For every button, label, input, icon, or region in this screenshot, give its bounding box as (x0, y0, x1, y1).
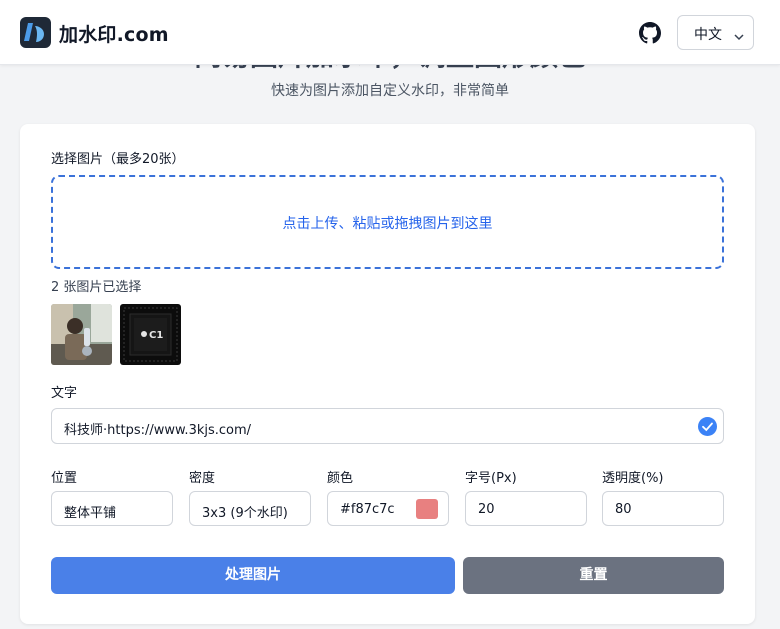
app-logo-icon[interactable] (20, 17, 51, 48)
reset-button[interactable]: 重置 (463, 557, 724, 594)
font-size-input[interactable]: 20 (465, 491, 587, 526)
density-select[interactable]: 3x3 (9个水印) (189, 491, 311, 526)
image-dropzone[interactable]: 点击上传、粘贴或拖拽图片到这里 (51, 175, 724, 269)
language-select[interactable]: 中文 (677, 15, 754, 50)
position-select[interactable]: 整体平铺 (51, 491, 173, 526)
image-thumbnail[interactable] (51, 304, 112, 365)
upload-label: 选择图片（最多20张） (51, 152, 185, 167)
text-label: 文字 (51, 386, 78, 401)
color-label: 颜色 (327, 471, 354, 486)
process-images-button[interactable]: 处理图片 (51, 557, 455, 594)
color-value: #f87c7c (340, 502, 395, 517)
position-value: 整体平铺 (64, 506, 117, 521)
top-navbar: 加水印.com 中文 (0, 0, 780, 65)
watermark-text-input[interactable]: 科技师·https://www.3kjs.com/ (51, 408, 724, 444)
dropzone-text: 点击上传、粘贴或拖拽图片到这里 (282, 216, 493, 232)
color-input[interactable]: #f87c7c (327, 491, 449, 526)
chip-label: C1 (149, 330, 163, 341)
chevron-down-icon (734, 29, 744, 45)
opacity-label: 透明度(%) (602, 471, 664, 486)
font-size-value: 20 (478, 502, 495, 517)
density-value: 3x3 (9个水印) (202, 506, 288, 521)
position-label: 位置 (51, 471, 78, 486)
opacity-input[interactable]: 80 (602, 491, 724, 526)
image-thumbnail[interactable]: C1 (120, 304, 181, 365)
color-swatch[interactable] (416, 499, 438, 519)
check-circle-icon (698, 417, 717, 436)
github-icon[interactable] (639, 22, 661, 44)
language-label: 中文 (694, 27, 722, 43)
watermark-text-value: 科技师·https://www.3kjs.com/ (64, 423, 252, 438)
hero-subtitle: 快速为图片添加自定义水印，非常简单 (271, 83, 509, 99)
brand-name[interactable]: 加水印.com (59, 20, 169, 47)
density-label: 密度 (189, 471, 216, 486)
font-size-label: 字号(Px) (465, 471, 517, 486)
opacity-value: 80 (615, 502, 632, 517)
selected-count: 2 张图片已选择 (51, 280, 142, 295)
